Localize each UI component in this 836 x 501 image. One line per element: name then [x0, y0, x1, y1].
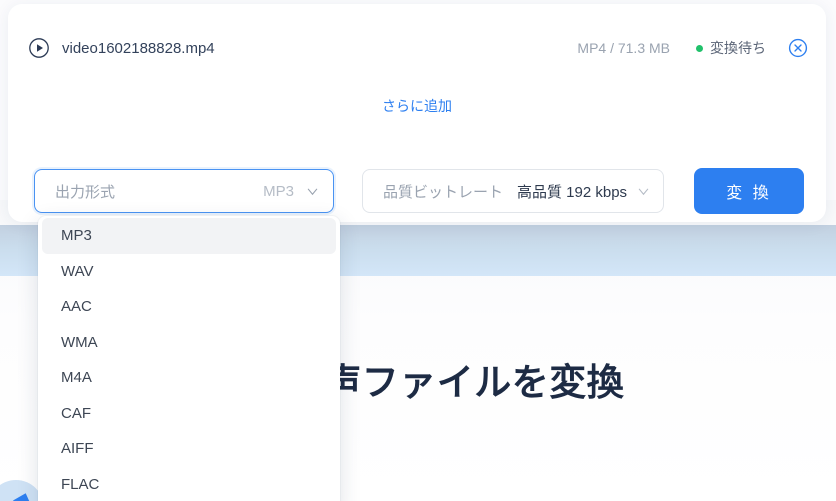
status-badge: 変換待ち: [696, 38, 766, 58]
app-root: プで音声ファイルを変換 video1602188828.mp4 MP4 / 71…: [0, 0, 836, 501]
close-circle-icon[interactable]: [788, 38, 808, 58]
dropdown-item-aac[interactable]: AAC: [42, 289, 336, 325]
dropdown-item-wma[interactable]: WMA: [42, 325, 336, 361]
convert-button[interactable]: 変 換: [694, 168, 804, 214]
output-format-label: 出力形式: [55, 183, 116, 201]
controls-row: 出力形式 MP3 品質ビットレート 高品質 192 kbps 変 換: [8, 158, 826, 224]
file-row-right: MP4 / 71.3 MB 変換待ち: [577, 38, 808, 58]
play-circle-icon[interactable]: [28, 37, 50, 59]
add-more-link[interactable]: さらに追加: [382, 96, 452, 116]
dropdown-item-mp3[interactable]: MP3: [42, 218, 336, 254]
dropdown-item-caf[interactable]: CAF: [42, 396, 336, 432]
file-row-left: video1602188828.mp4: [28, 37, 577, 59]
dropdown-item-flac[interactable]: FLAC: [42, 467, 336, 501]
dropdown-item-m4a[interactable]: M4A: [42, 360, 336, 396]
output-format-dropdown[interactable]: MP3 WAV AAC WMA M4A CAF AIFF FLAC: [38, 216, 340, 501]
file-row: video1602188828.mp4 MP4 / 71.3 MB 変換待ち: [8, 18, 826, 78]
bitrate-label: 品質ビットレート: [383, 183, 504, 201]
dropdown-item-aiff[interactable]: AIFF: [42, 431, 336, 467]
file-meta: MP4 / 71.3 MB: [577, 40, 670, 56]
output-format-value: MP3: [263, 182, 294, 200]
status-dot: [696, 44, 703, 52]
chevron-down-icon: [638, 188, 649, 195]
dropdown-item-wav[interactable]: WAV: [42, 254, 336, 290]
chevron-down-icon: [307, 188, 318, 195]
bitrate-select[interactable]: 品質ビットレート 高品質 192 kbps: [362, 169, 664, 213]
add-more-row: さらに追加: [8, 96, 826, 116]
bitrate-value: 高品質 192 kbps: [517, 183, 628, 201]
file-name: video1602188828.mp4: [62, 39, 215, 57]
conversion-card: video1602188828.mp4 MP4 / 71.3 MB 変換待ち さ…: [8, 4, 826, 222]
status-text: 変換待ち: [710, 40, 766, 56]
output-format-select[interactable]: 出力形式 MP3: [34, 169, 334, 213]
